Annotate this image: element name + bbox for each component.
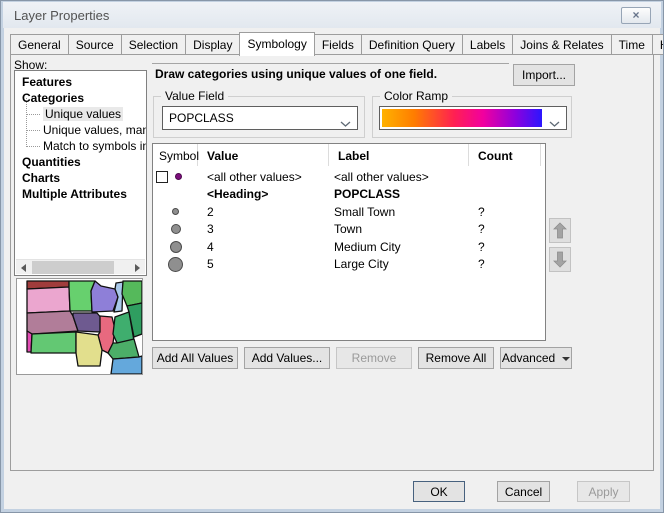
remove-button[interactable]: Remove xyxy=(336,347,412,369)
tree-item-quantities[interactable]: Quantities xyxy=(15,154,146,170)
map-preview-image xyxy=(17,279,142,374)
value-field-dropdown[interactable]: POPCLASS xyxy=(162,106,358,130)
move-up-button[interactable] xyxy=(549,218,571,243)
tab-strip: General Source Selection Display Symbolo… xyxy=(10,32,664,55)
dropdown-caret-icon xyxy=(562,357,570,361)
apply-button[interactable]: Apply xyxy=(577,481,630,502)
value-field-label: Value Field xyxy=(161,89,228,103)
chevron-down-icon[interactable] xyxy=(549,116,560,130)
layer-properties-dialog: Layer Properties × General Source Select… xyxy=(0,0,664,513)
row-label: Medium City xyxy=(329,240,469,254)
column-header-label[interactable]: Label xyxy=(329,144,469,166)
tab-labels[interactable]: Labels xyxy=(462,34,513,55)
add-all-values-button[interactable]: Add All Values xyxy=(152,347,238,369)
row-label: Town xyxy=(329,222,469,236)
row-label: Large City xyxy=(329,257,469,271)
row-value: 5 xyxy=(198,257,329,271)
dialog-client-area: General Source Selection Display Symbolo… xyxy=(4,28,660,509)
tree-item-match-to-symbols[interactable]: Match to symbols in a xyxy=(15,138,146,154)
heading-divider xyxy=(152,63,509,64)
row-value: 3 xyxy=(198,222,329,236)
table-row[interactable]: 2 Small Town ? xyxy=(153,203,545,221)
unique-values-table: Symbol Value Label Count <all other valu… xyxy=(152,143,546,341)
row-value: 4 xyxy=(198,240,329,254)
tree-item-charts[interactable]: Charts xyxy=(15,170,146,186)
table-row[interactable]: 4 Medium City ? xyxy=(153,238,545,256)
tree-horizontal-scrollbar[interactable] xyxy=(16,259,145,274)
tree-item-features[interactable]: Features xyxy=(15,74,146,90)
tab-symbology[interactable]: Symbology xyxy=(239,32,314,56)
value-field-group: Value Field POPCLASS xyxy=(153,96,365,138)
symbology-map-preview xyxy=(16,278,143,375)
import-button[interactable]: Import... xyxy=(513,64,575,86)
row-label: <all other values> xyxy=(329,170,469,184)
point-symbol[interactable] xyxy=(170,241,182,253)
point-symbol[interactable] xyxy=(168,257,183,272)
scroll-right-icon[interactable] xyxy=(130,260,145,275)
tab-joins-relates[interactable]: Joins & Relates xyxy=(512,34,611,55)
table-row[interactable]: <all other values> <all other values> xyxy=(153,168,545,186)
table-row[interactable]: 5 Large City ? xyxy=(153,256,545,274)
scrollbar-thumb[interactable] xyxy=(32,261,114,274)
point-symbol[interactable] xyxy=(175,173,182,180)
table-header: Symbol Value Label Count xyxy=(153,144,545,168)
scroll-left-icon[interactable] xyxy=(16,260,31,275)
tab-html-popup[interactable]: HTML Popup xyxy=(652,34,664,55)
tab-definition-query[interactable]: Definition Query xyxy=(361,34,463,55)
row-label: POPCLASS xyxy=(329,187,469,201)
table-row[interactable]: 3 Town ? xyxy=(153,221,545,239)
row-value: 2 xyxy=(198,205,329,219)
column-header-count[interactable]: Count xyxy=(469,144,541,166)
show-tree: Features Categories Unique values Unique… xyxy=(14,70,147,276)
color-ramp-swatch xyxy=(382,109,542,127)
tab-selection[interactable]: Selection xyxy=(121,34,186,55)
cancel-button[interactable]: Cancel xyxy=(497,481,550,502)
row-count: ? xyxy=(469,257,541,271)
tab-source[interactable]: Source xyxy=(68,34,122,55)
down-arrow-icon xyxy=(553,251,567,268)
advanced-button[interactable]: Advanced xyxy=(500,347,572,369)
row-value: <Heading> xyxy=(198,187,329,201)
chevron-down-icon[interactable] xyxy=(340,116,351,130)
row-count: ? xyxy=(469,205,541,219)
tree-item-unique-values-label: Unique values xyxy=(43,107,123,121)
tree-item-multiple-attributes[interactable]: Multiple Attributes xyxy=(15,186,146,202)
page-title: Draw categories using unique values of o… xyxy=(155,67,437,81)
color-ramp-group: Color Ramp xyxy=(372,96,572,138)
tab-general[interactable]: General xyxy=(10,34,69,55)
row-value: <all other values> xyxy=(198,170,329,184)
add-values-button[interactable]: Add Values... xyxy=(244,347,330,369)
tab-display[interactable]: Display xyxy=(185,34,240,55)
all-other-values-checkbox[interactable] xyxy=(156,171,168,183)
row-count: ? xyxy=(469,240,541,254)
table-row[interactable]: <Heading> POPCLASS xyxy=(153,186,545,204)
tab-time[interactable]: Time xyxy=(611,34,653,55)
column-header-value[interactable]: Value xyxy=(198,144,329,166)
ok-button[interactable]: OK xyxy=(413,481,465,502)
window-title: Layer Properties xyxy=(14,8,109,23)
tab-fields[interactable]: Fields xyxy=(314,34,362,55)
up-arrow-icon xyxy=(553,222,567,239)
row-label: Small Town xyxy=(329,205,469,219)
titlebar[interactable]: Layer Properties × xyxy=(3,2,661,28)
row-count: ? xyxy=(469,222,541,236)
point-symbol[interactable] xyxy=(172,208,179,215)
column-header-symbol[interactable]: Symbol xyxy=(153,144,198,166)
move-down-button[interactable] xyxy=(549,247,571,272)
color-ramp-label: Color Ramp xyxy=(380,89,452,103)
close-icon[interactable]: × xyxy=(621,7,651,24)
point-symbol[interactable] xyxy=(171,224,181,234)
color-ramp-dropdown[interactable] xyxy=(379,106,567,130)
advanced-button-label: Advanced xyxy=(502,351,555,365)
remove-all-button[interactable]: Remove All xyxy=(418,347,494,369)
value-field-selected: POPCLASS xyxy=(169,111,234,125)
